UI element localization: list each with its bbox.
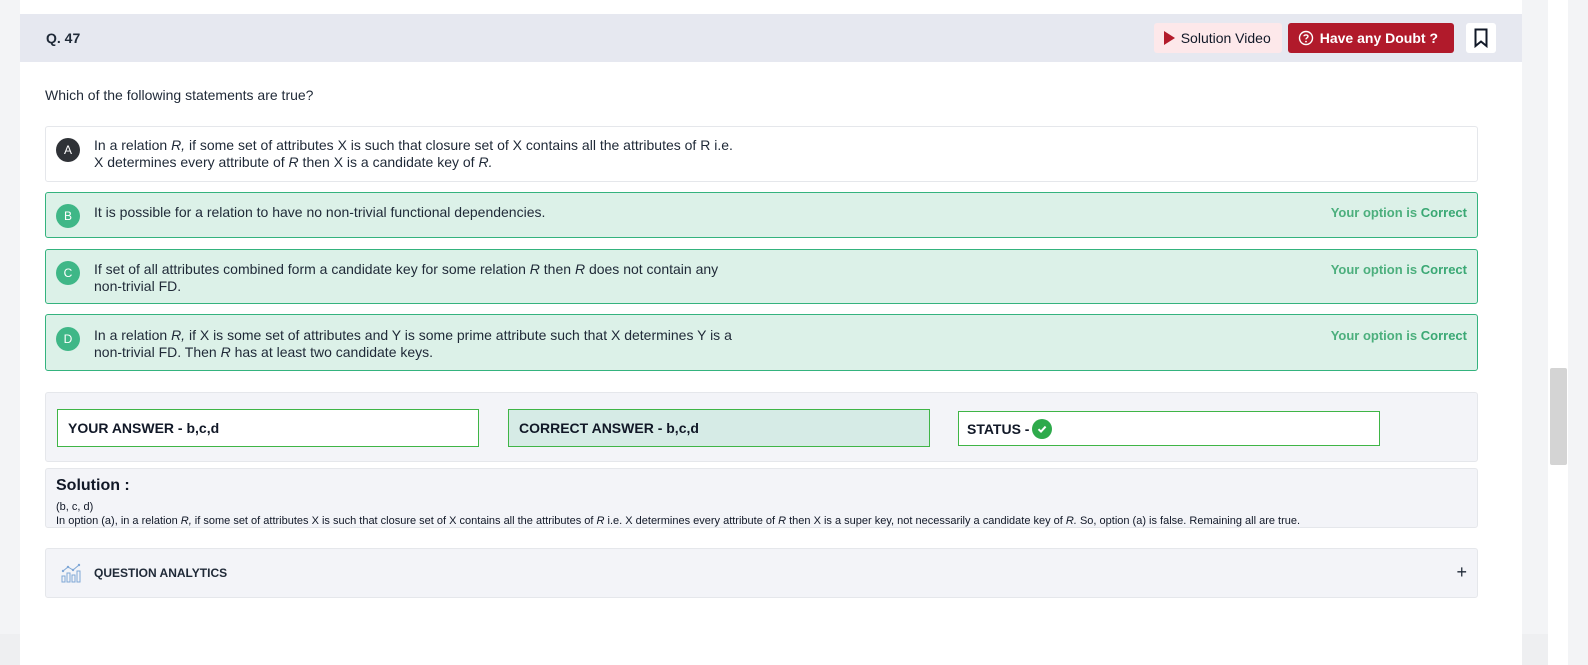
your-answer-box: YOUR ANSWER - b,c,d [57, 409, 479, 447]
option-text: In a relation R, if some set of attribut… [94, 137, 733, 170]
solution-answer: (b, c, d) [56, 501, 94, 513]
expand-plus-icon[interactable]: + [1456, 562, 1467, 583]
option-letter-badge: B [56, 204, 80, 228]
correct-answer-box: CORRECT ANSWER - b,c,d [508, 409, 930, 447]
status-label: STATUS - [967, 420, 1030, 437]
scrollbar-thumb[interactable] [1550, 368, 1567, 465]
option-letter-badge: D [56, 327, 80, 351]
option-letter-badge: A [56, 138, 80, 162]
header-actions: Solution Video Have any Doubt ? [1153, 23, 1496, 53]
play-icon [1163, 31, 1175, 45]
doubt-icon [1298, 30, 1313, 46]
status-box: STATUS - [958, 411, 1380, 446]
have-doubt-button[interactable]: Have any Doubt ? [1287, 23, 1454, 53]
question-analytics-toggle[interactable]: QUESTION ANALYTICS + [45, 548, 1478, 598]
option-letter-badge: C [56, 261, 80, 285]
option-status: Your option is Correct [1330, 262, 1467, 277]
option-text: It is possible for a relation to have no… [94, 204, 546, 220]
question-header: Q. 47 Solution Video Have any Doubt ? [20, 14, 1522, 62]
have-doubt-label: Have any Doubt ? [1319, 30, 1438, 46]
option-a[interactable]: A In a relation R, if some set of attrib… [45, 126, 1478, 182]
scrollbar-track[interactable] [1548, 0, 1568, 665]
check-circle-icon [1032, 418, 1053, 439]
bookmark-icon [1474, 28, 1488, 48]
option-c[interactable]: C If set of all attributes combined form… [45, 249, 1478, 304]
bar-chart-icon [61, 563, 81, 583]
solution-panel: Solution : (b, c, d) In option (a), in a… [45, 468, 1478, 528]
solution-video-button[interactable]: Solution Video [1153, 23, 1282, 53]
page-background-strip [0, 634, 20, 665]
question-analytics-label: QUESTION ANALYTICS [94, 566, 228, 580]
option-d[interactable]: D In a relation R, if X is some set of a… [45, 314, 1478, 371]
question-text: Which of the following statements are tr… [45, 87, 314, 103]
solution-video-label: Solution Video [1180, 30, 1271, 46]
option-text: If set of all attributes combined form a… [94, 261, 719, 294]
option-b[interactable]: B It is possible for a relation to have … [45, 192, 1478, 238]
bookmark-button[interactable] [1466, 23, 1496, 53]
page-background-strip [1522, 634, 1548, 665]
question-card: Q. 47 Solution Video Have any Doubt ? Wh… [20, 0, 1522, 665]
option-status: Your option is Correct [1330, 328, 1467, 343]
solution-explanation: In option (a), in a relation R, if some … [56, 515, 1301, 527]
option-text: In a relation R, if X is some set of att… [94, 327, 732, 360]
question-number: Q. 47 [46, 30, 81, 46]
option-status: Your option is Correct [1330, 205, 1467, 220]
solution-title: Solution : [56, 477, 130, 494]
answer-panel: YOUR ANSWER - b,c,d CORRECT ANSWER - b,c… [45, 392, 1478, 462]
